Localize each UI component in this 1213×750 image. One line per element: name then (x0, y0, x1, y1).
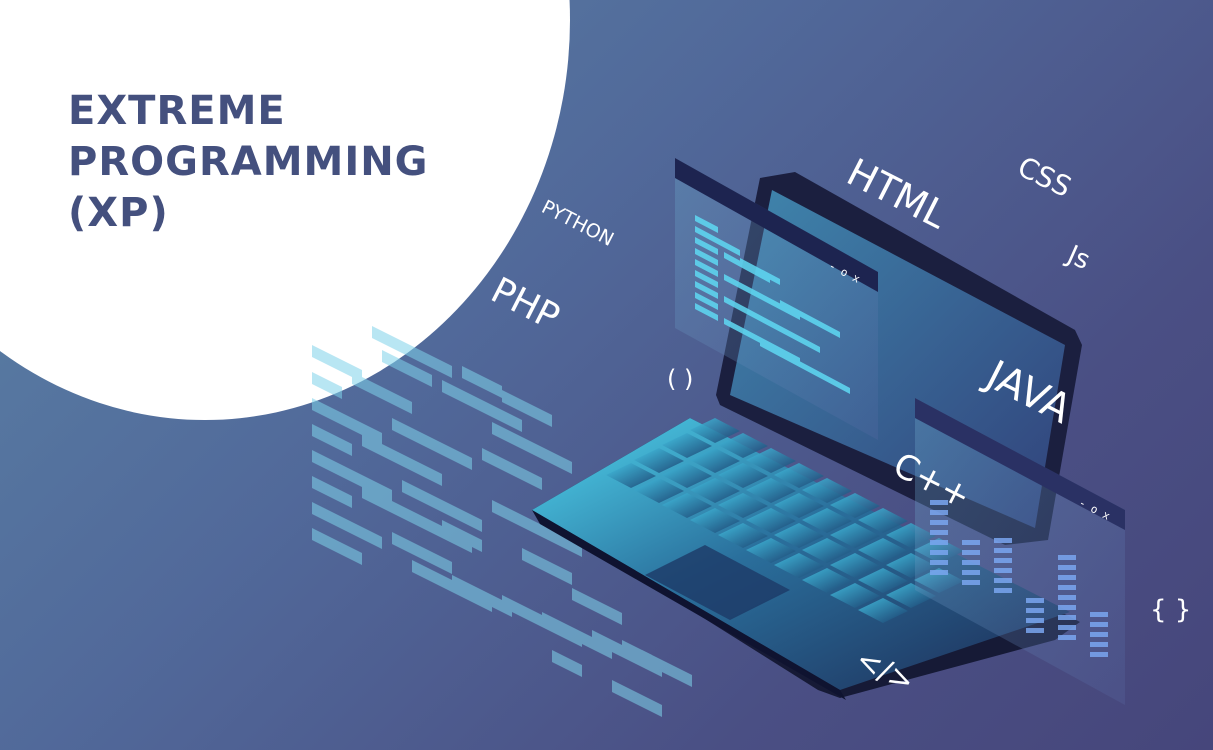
illustration-scene: EXTREME PROGRAMMING (XP) - o x - o x HTM… (0, 0, 1213, 750)
parentheses-symbol: ( ) (667, 365, 694, 393)
braces-symbol: { } (1150, 595, 1192, 625)
